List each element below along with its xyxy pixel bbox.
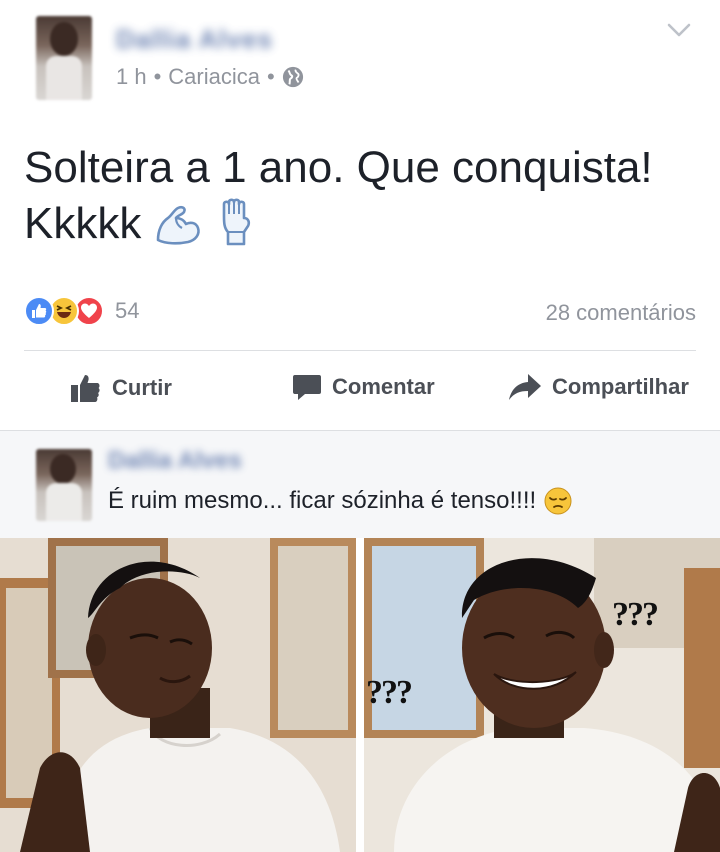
thumbs-up-icon [71,375,100,402]
commenter-avatar[interactable] [36,449,92,521]
like-button-label: Curtir [112,375,172,400]
like-button[interactable]: Curtir [70,372,172,404]
comment-text-row: É ruim mesmo... ficar sózinha é tenso!!!… [108,487,572,515]
meta-separator: • [153,64,162,89]
share-button[interactable]: Compartilhar [508,372,689,402]
post-location[interactable]: Cariacica [168,64,260,90]
meme-panel-left [0,538,356,852]
author-name[interactable]: Dallia Alves [116,24,273,55]
meme-right-illustration [364,538,720,852]
meme-panel-right: ??? ??? [364,538,720,852]
like-reaction-icon [24,296,54,326]
comment: Dallia Alves É ruim mesmo... ficar sózin… [0,430,720,538]
globe-icon [282,66,303,88]
post-text-laugh: Kkkkk [24,199,142,248]
post-actions: Curtir Comentar Compartilhar [0,352,720,428]
comment-bubble-icon [293,375,321,400]
meme-left-illustration [0,538,356,852]
comment-button[interactable]: Comentar [292,372,435,402]
question-marks-bottom: ??? [366,674,413,711]
chevron-down-icon[interactable] [666,20,692,40]
comment-count[interactable]: 28 comentários [546,300,696,326]
meme-image[interactable]: ??? ??? [0,538,720,852]
share-arrow-icon [509,374,541,400]
post-header: Dallia Alves 1 h • Cariacica • [0,0,720,112]
post-text: Solteira a 1 ano. Que conquista! Kkkkk [24,140,704,252]
post-meta: 1 h • Cariacica • [116,64,304,90]
reaction-summary[interactable]: 54 [24,296,139,326]
question-marks-top: ??? [612,596,659,633]
raised-fist-icon [222,198,250,246]
pensive-face-icon [544,487,572,515]
post-time[interactable]: 1 h [116,64,147,90]
comment-text: É ruim mesmo... ficar sózinha é tenso!!!… [108,487,537,514]
post-text-line-2: Kkkkk [24,196,704,252]
author-avatar[interactable] [36,16,92,100]
comment-button-label: Comentar [332,374,435,399]
flexed-biceps-icon [156,205,200,245]
reaction-count: 54 [115,298,140,323]
post-text-line-1: Solteira a 1 ano. Que conquista! [24,143,653,192]
meta-separator: • [267,64,275,89]
share-button-label: Compartilhar [552,374,689,399]
divider [24,350,696,351]
commenter-name[interactable]: Dallia Alves [108,447,242,475]
